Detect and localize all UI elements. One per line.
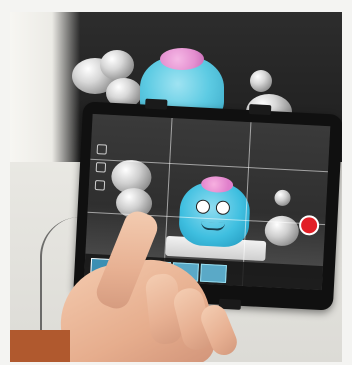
- camera-setting-icon[interactable]: [94, 180, 106, 191]
- foil-rock-left-top: [100, 50, 134, 80]
- frame-thumbnail-icon[interactable]: [200, 263, 227, 284]
- photo-scene: [0, 0, 352, 365]
- sleeve: [10, 330, 70, 362]
- clay-creature-hair: [160, 48, 204, 70]
- foil-rock-right-top: [250, 70, 272, 92]
- camera-setting-icon[interactable]: [95, 162, 107, 173]
- camera-setting-icon[interactable]: [96, 144, 108, 155]
- light-backdrop-left: [10, 12, 80, 182]
- photograph: [10, 12, 342, 362]
- tablet-clamp-top-left: [145, 98, 168, 110]
- tablet-clamp-top-right: [248, 104, 272, 116]
